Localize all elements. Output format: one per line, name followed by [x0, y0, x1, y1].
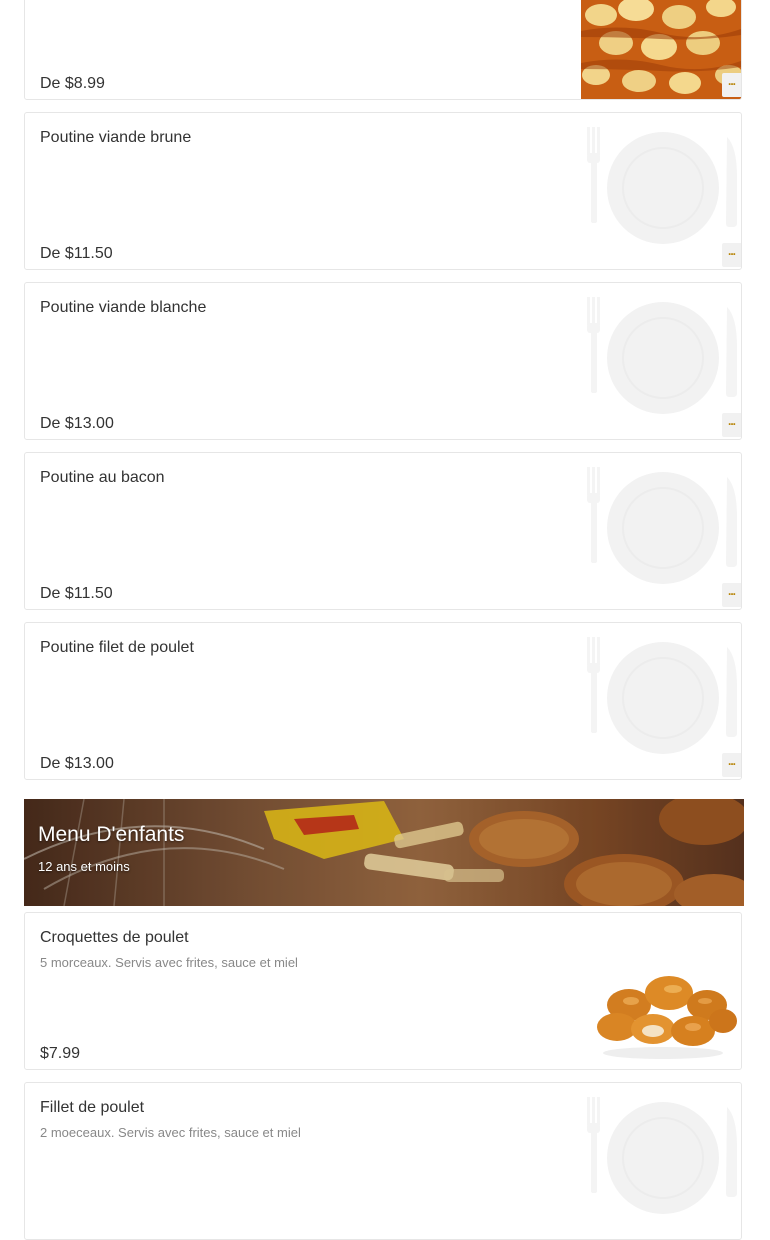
plate-placeholder-icon: [586, 126, 738, 245]
more-options-button[interactable]: ...: [722, 243, 741, 267]
menu-item-name: Poutine viande blanche: [40, 299, 207, 316]
menu-item-name: Poutine viande brune: [40, 129, 192, 146]
menu-item-price: $7.99: [40, 1045, 81, 1062]
menu-item-name: Fillet de poulet: [40, 1099, 145, 1116]
menu-item-description: 2 moeceaux. Servis avec frites, sauce et…: [40, 1125, 301, 1140]
menu-item-card[interactable]: Croquettes de poulet 5 morceaux. Servis …: [24, 912, 742, 1070]
more-options-button[interactable]: ...: [722, 583, 741, 607]
menu-item-name: Poutine filet de poulet: [40, 639, 194, 656]
menu-item-price: De $13.00: [40, 755, 114, 772]
banner-background-photo: [24, 799, 744, 906]
plate-placeholder-icon: [586, 636, 738, 755]
more-options-button[interactable]: ...: [722, 73, 741, 97]
menu-item-price: De $11.50: [40, 245, 113, 262]
plate-placeholder-icon: [586, 1096, 738, 1215]
more-options-button[interactable]: ...: [722, 753, 741, 777]
more-options-button[interactable]: ...: [722, 413, 741, 437]
plate-placeholder-icon: [586, 296, 738, 415]
plate-placeholder-icon: [586, 466, 738, 585]
menu-item-price: De $11.50: [40, 585, 113, 602]
menu-item-card[interactable]: De $8.99 ...: [24, 0, 742, 100]
menu-item-description: 5 morceaux. Servis avec frites, sauce et…: [40, 955, 298, 970]
menu-item-card[interactable]: Poutine filet de poulet De $13.00 ...: [24, 622, 742, 780]
menu-item-card[interactable]: Fillet de poulet 2 moeceaux. Servis avec…: [24, 1082, 742, 1240]
menu-item-price: De $8.99: [40, 75, 105, 92]
poutine-photo: [581, 0, 741, 99]
menu-item-card[interactable]: Poutine au bacon De $11.50 ...: [24, 452, 742, 610]
section-title: Menu D'enfants: [38, 823, 185, 846]
section-subtitle: 12 ans et moins: [38, 859, 130, 874]
section-banner-kids-menu: Menu D'enfants 12 ans et moins: [24, 799, 744, 906]
menu-item-card[interactable]: Poutine viande brune De $11.50 ...: [24, 112, 742, 270]
menu-item-name: Croquettes de poulet: [40, 929, 189, 946]
menu-item-name: Poutine au bacon: [40, 469, 165, 486]
chicken-nuggets-photo: [597, 976, 737, 1059]
menu-item-card[interactable]: Poutine viande blanche De $13.00 ...: [24, 282, 742, 440]
menu-item-price: De $13.00: [40, 415, 114, 432]
